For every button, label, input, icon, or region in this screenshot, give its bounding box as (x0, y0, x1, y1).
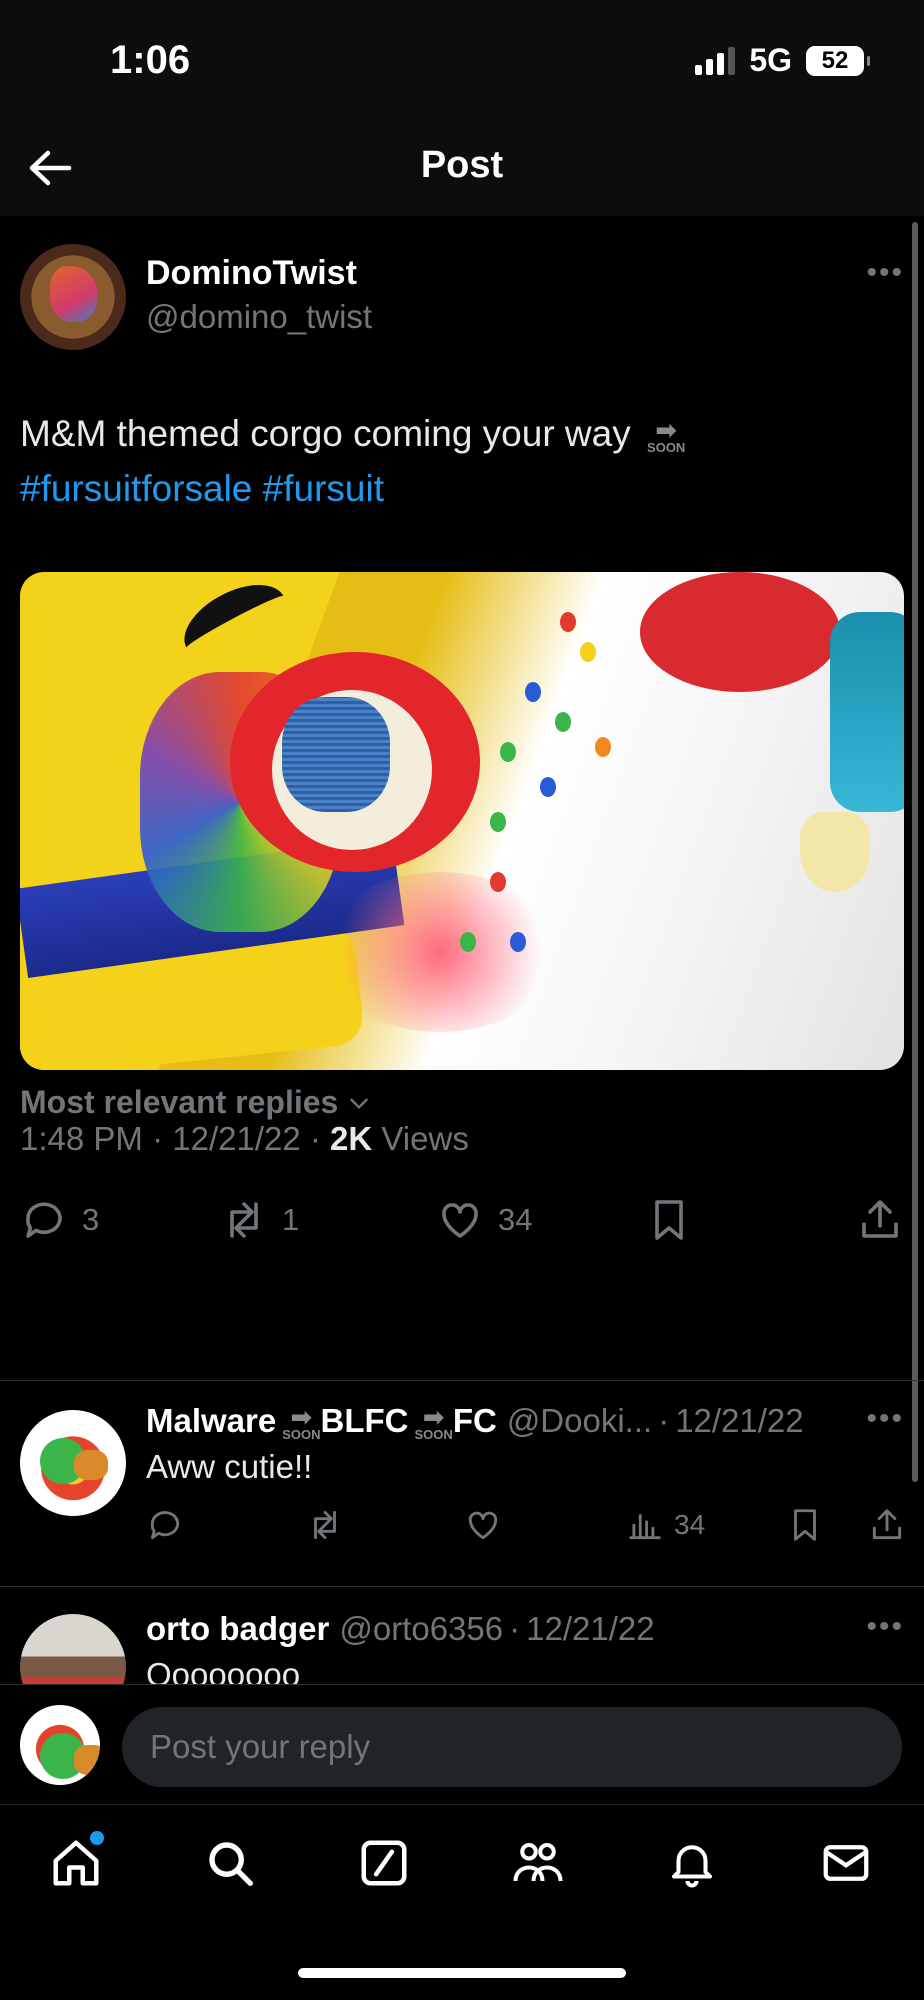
status-bar: 1:06 5G 52 (0, 0, 924, 120)
notification-dot (90, 1831, 104, 1845)
heart-icon (442, 1203, 478, 1238)
reply-author-name[interactable]: orto badger (146, 1610, 329, 1648)
reply-date: 12/21/22 (526, 1610, 655, 1647)
reply-views-count: 34 (674, 1509, 706, 1540)
post-date: 12/21/22 (172, 1120, 301, 1157)
divider (0, 1586, 924, 1587)
reply-actions: 34 (146, 1506, 906, 1550)
communities-icon (513, 1842, 563, 1882)
heart-icon (468, 1511, 498, 1540)
top-navigation: Post (0, 120, 924, 216)
tab-messages[interactable] (816, 1833, 876, 1893)
repost-icon (314, 1510, 336, 1540)
reply-author-handle[interactable]: @orto6356 (339, 1610, 503, 1648)
reply-more-button[interactable]: ••• (866, 1610, 904, 1644)
reply-header: Malware ➡ SOONBLFC ➡ SOONFC @Dooki... · 12/2… (146, 1402, 804, 1441)
reply-item[interactable]: orto badger @orto6356 · 12/21/22 ••• Ooo… (0, 1610, 924, 1684)
search-icon (209, 1842, 253, 1886)
home-indicator[interactable] (298, 1968, 626, 1978)
scrollbar[interactable] (912, 222, 918, 1482)
bookmark-button[interactable] (645, 1196, 693, 1244)
current-user-avatar (20, 1705, 100, 1785)
reply-input[interactable]: Post your reply (122, 1707, 902, 1787)
like-button[interactable]: 34 (436, 1196, 532, 1244)
reply-share-button[interactable] (868, 1506, 906, 1544)
share-icon (872, 1509, 902, 1540)
author-avatar[interactable] (20, 244, 126, 350)
reply-composer: Post your reply (0, 1684, 924, 1804)
status-indicators: 5G 52 (695, 42, 870, 79)
signal-icon (695, 46, 736, 75)
soon-arrow-emoji: ➡ SOON (647, 414, 686, 455)
like-count: 34 (498, 1202, 533, 1237)
reply-date: 12/21/22 (675, 1402, 804, 1440)
mail-icon (823, 1845, 869, 1881)
reply-repost-button[interactable] (306, 1506, 344, 1544)
post-time: 1:48 PM (20, 1120, 143, 1157)
author-name[interactable]: DominoTwist (146, 254, 357, 293)
hashtag-link[interactable]: #fursuit (263, 468, 384, 509)
repost-count: 1 (282, 1202, 300, 1237)
post-body: M&M themed corgo coming your way (20, 413, 631, 454)
share-button[interactable] (856, 1196, 904, 1244)
post-author: DominoTwist @domino_twist ••• (20, 244, 904, 354)
battery-icon: 52 (806, 45, 870, 76)
network-label: 5G (749, 42, 792, 78)
share-icon (862, 1200, 898, 1238)
tab-grok[interactable] (354, 1833, 414, 1893)
views-count[interactable]: 2K (330, 1120, 372, 1157)
tab-notifications[interactable] (662, 1833, 722, 1893)
reply-count: 3 (82, 1202, 100, 1237)
post-actions: 3 1 34 (20, 1196, 904, 1256)
battery-level: 52 (821, 46, 849, 74)
tab-communities[interactable] (508, 1833, 568, 1893)
hashtag-link[interactable]: #fursuitforsale (20, 468, 252, 509)
divider (0, 1380, 924, 1381)
reply-avatar[interactable] (20, 1410, 126, 1516)
reply-author-handle[interactable]: @Dooki... (507, 1402, 652, 1440)
sort-label: Most relevant replies (20, 1084, 339, 1120)
post-image[interactable] (20, 572, 904, 1070)
reply-bookmark-button[interactable] (786, 1506, 824, 1544)
tab-home[interactable] (46, 1831, 106, 1893)
soon-arrow-emoji: ➡ SOON (414, 1402, 453, 1441)
tab-search[interactable] (200, 1833, 260, 1893)
post-text: M&M themed corgo coming your way ➡ SOON #… (20, 406, 900, 516)
reply-text: Oooooooo (146, 1656, 301, 1684)
reply-views-button[interactable]: 34 (626, 1506, 705, 1544)
views-label[interactable]: Views (381, 1120, 468, 1157)
repost-icon (230, 1202, 258, 1238)
chevron-down-icon (350, 1098, 369, 1109)
soon-arrow-emoji: ➡ SOON (282, 1402, 321, 1441)
reply-sort-dropdown[interactable]: Most relevant replies (20, 1084, 372, 1121)
reply-reply-button[interactable] (146, 1506, 184, 1544)
more-options-button[interactable]: ••• (866, 256, 904, 290)
reply-icon (26, 1202, 62, 1238)
bookmark-icon (794, 1509, 816, 1541)
reply-more-button[interactable]: ••• (866, 1402, 904, 1436)
reply-like-button[interactable] (464, 1506, 502, 1544)
reply-button[interactable]: 3 (20, 1196, 99, 1244)
reply-author-name[interactable]: Malware ➡ SOONBLFC ➡ SOONFC (146, 1402, 497, 1441)
post-metadata: 1:48 PM · 12/21/22 · 2K Views (20, 1120, 469, 1157)
repost-button[interactable]: 1 (220, 1196, 299, 1244)
reply-icon (150, 1511, 180, 1540)
bell-icon (671, 1845, 713, 1888)
analytics-icon (629, 1514, 661, 1540)
reply-text: Aww cutie!! (146, 1448, 313, 1485)
page-title: Post (420, 144, 504, 186)
grok-icon (361, 1840, 407, 1886)
reply-avatar[interactable] (20, 1614, 126, 1684)
bookmark-icon (655, 1200, 683, 1240)
reply-header: orto badger @orto6356 · 12/21/22 (146, 1610, 655, 1648)
author-handle[interactable]: @domino_twist (146, 298, 372, 336)
reply-input-placeholder: Post your reply (150, 1728, 371, 1765)
status-time: 1:06 (110, 38, 191, 82)
